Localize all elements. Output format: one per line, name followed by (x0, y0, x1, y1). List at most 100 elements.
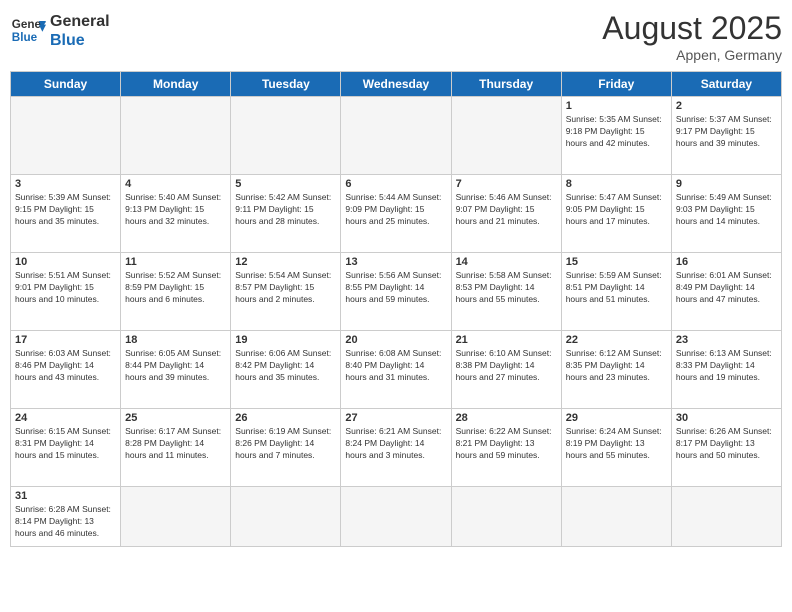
day-number: 21 (456, 334, 557, 346)
day-info: Sunrise: 5:54 AM Sunset: 8:57 PM Dayligh… (235, 270, 336, 306)
day-info: Sunrise: 5:59 AM Sunset: 8:51 PM Dayligh… (566, 270, 667, 306)
svg-text:Blue: Blue (12, 31, 38, 44)
day-info: Sunrise: 6:17 AM Sunset: 8:28 PM Dayligh… (125, 426, 226, 462)
calendar-cell: 17Sunrise: 6:03 AM Sunset: 8:46 PM Dayli… (11, 331, 121, 409)
calendar-cell: 7Sunrise: 5:46 AM Sunset: 9:07 PM Daylig… (451, 175, 561, 253)
calendar-cell: 9 Sunrise: 5:49 AM Sunset: 9:03 PM Daylig… (671, 175, 781, 253)
calendar-cell: 4 Sunrise: 5:40 AM Sunset: 9:13 PM Daylig… (121, 175, 231, 253)
col-tuesday: Tuesday (231, 72, 341, 97)
day-number: 27 (345, 412, 446, 424)
calendar-cell (561, 487, 671, 547)
calendar-cell: 6 Sunrise: 5:44 AM Sunset: 9:09 PM Daylig… (341, 175, 451, 253)
day-number: 31 (15, 490, 116, 502)
calendar-cell (341, 487, 451, 547)
day-info: Sunrise: 5:58 AM Sunset: 8:53 PM Dayligh… (456, 270, 557, 306)
calendar-cell: 8Sunrise: 5:47 AM Sunset: 9:05 PM Daylig… (561, 175, 671, 253)
calendar-cell: 3 Sunrise: 5:39 AM Sunset: 9:15 PM Daylig… (11, 175, 121, 253)
day-number: 20 (345, 334, 446, 346)
calendar-cell: 24 Sunrise: 6:15 AM Sunset: 8:31 PM Dayli… (11, 409, 121, 487)
day-number: 10 (15, 256, 116, 268)
page-header: General Blue General Blue August 2025 Ap… (10, 10, 782, 63)
day-info: Sunrise: 6:15 AM Sunset: 8:31 PM Dayligh… (15, 426, 116, 462)
day-number: 25 (125, 412, 226, 424)
col-thursday: Thursday (451, 72, 561, 97)
calendar-cell (671, 487, 781, 547)
calendar-cell: 15 Sunrise: 5:59 AM Sunset: 8:51 PM Dayli… (561, 253, 671, 331)
day-info: Sunrise: 6:24 AM Sunset: 8:19 PM Dayligh… (566, 426, 667, 462)
day-info: Sunrise: 6:19 AM Sunset: 8:26 PM Dayligh… (235, 426, 336, 462)
day-info: Sunrise: 5:39 AM Sunset: 9:15 PM Dayligh… (15, 192, 116, 228)
calendar-cell: 13Sunrise: 5:56 AM Sunset: 8:55 PM Dayli… (341, 253, 451, 331)
calendar-cell: 18Sunrise: 6:05 AM Sunset: 8:44 PM Dayli… (121, 331, 231, 409)
calendar-cell: 5 Sunrise: 5:42 AM Sunset: 9:11 PM Daylig… (231, 175, 341, 253)
day-info: Sunrise: 5:35 AM Sunset: 9:18 PM Dayligh… (566, 114, 667, 150)
col-friday: Friday (561, 72, 671, 97)
day-number: 24 (15, 412, 116, 424)
day-info: Sunrise: 6:12 AM Sunset: 8:35 PM Dayligh… (566, 348, 667, 384)
day-info: Sunrise: 5:49 AM Sunset: 9:03 PM Dayligh… (676, 192, 777, 228)
calendar-cell: 10 Sunrise: 5:51 AM Sunset: 9:01 PM Dayli… (11, 253, 121, 331)
day-number: 3 (15, 178, 116, 190)
day-info: Sunrise: 5:42 AM Sunset: 9:11 PM Dayligh… (235, 192, 336, 228)
calendar-cell: 14 Sunrise: 5:58 AM Sunset: 8:53 PM Dayli… (451, 253, 561, 331)
month-title: August 2025 (602, 10, 782, 47)
calendar-cell: 31 Sunrise: 6:28 AM Sunset: 8:14 PM Dayli… (11, 487, 121, 547)
calendar-cell (231, 97, 341, 175)
calendar-cell: 2 Sunrise: 5:37 AM Sunset: 9:17 PM Daylig… (671, 97, 781, 175)
calendar-cell: 21 Sunrise: 6:10 AM Sunset: 8:38 PM Dayli… (451, 331, 561, 409)
day-number: 29 (566, 412, 667, 424)
calendar-cell (121, 487, 231, 547)
col-saturday: Saturday (671, 72, 781, 97)
calendar: Sunday Monday Tuesday Wednesday Thursday… (10, 71, 782, 547)
calendar-cell (231, 487, 341, 547)
calendar-cell: 1 Sunrise: 5:35 AM Sunset: 9:18 PM Daylig… (561, 97, 671, 175)
calendar-cell (11, 97, 121, 175)
calendar-cell (121, 97, 231, 175)
day-number: 7 (456, 178, 557, 190)
day-number: 28 (456, 412, 557, 424)
day-number: 6 (345, 178, 446, 190)
day-info: Sunrise: 5:37 AM Sunset: 9:17 PM Dayligh… (676, 114, 777, 150)
calendar-cell: 11Sunrise: 5:52 AM Sunset: 8:59 PM Dayli… (121, 253, 231, 331)
day-info: Sunrise: 6:21 AM Sunset: 8:24 PM Dayligh… (345, 426, 446, 462)
day-info: Sunrise: 5:52 AM Sunset: 8:59 PM Dayligh… (125, 270, 226, 306)
day-info: Sunrise: 6:13 AM Sunset: 8:33 PM Dayligh… (676, 348, 777, 384)
calendar-cell: 22 Sunrise: 6:12 AM Sunset: 8:35 PM Dayli… (561, 331, 671, 409)
day-number: 22 (566, 334, 667, 346)
day-number: 26 (235, 412, 336, 424)
day-number: 23 (676, 334, 777, 346)
day-number: 17 (15, 334, 116, 346)
day-info: Sunrise: 6:10 AM Sunset: 8:38 PM Dayligh… (456, 348, 557, 384)
location: Appen, Germany (602, 47, 782, 63)
calendar-cell (451, 97, 561, 175)
day-info: Sunrise: 5:40 AM Sunset: 9:13 PM Dayligh… (125, 192, 226, 228)
day-number: 2 (676, 100, 777, 112)
day-info: Sunrise: 6:05 AM Sunset: 8:44 PM Dayligh… (125, 348, 226, 384)
calendar-cell: 20Sunrise: 6:08 AM Sunset: 8:40 PM Dayli… (341, 331, 451, 409)
calendar-cell: 23 Sunrise: 6:13 AM Sunset: 8:33 PM Dayli… (671, 331, 781, 409)
day-number: 1 (566, 100, 667, 112)
day-number: 4 (125, 178, 226, 190)
day-info: Sunrise: 5:51 AM Sunset: 9:01 PM Dayligh… (15, 270, 116, 306)
col-wednesday: Wednesday (341, 72, 451, 97)
day-number: 9 (676, 178, 777, 190)
calendar-cell: 27 Sunrise: 6:21 AM Sunset: 8:24 PM Dayli… (341, 409, 451, 487)
col-monday: Monday (121, 72, 231, 97)
calendar-cell: 29 Sunrise: 6:24 AM Sunset: 8:19 PM Dayli… (561, 409, 671, 487)
calendar-cell: 30 Sunrise: 6:26 AM Sunset: 8:17 PM Dayli… (671, 409, 781, 487)
calendar-cell: 26 Sunrise: 6:19 AM Sunset: 8:26 PM Dayli… (231, 409, 341, 487)
calendar-cell: 25 Sunrise: 6:17 AM Sunset: 8:28 PM Dayli… (121, 409, 231, 487)
day-info: Sunrise: 6:01 AM Sunset: 8:49 PM Dayligh… (676, 270, 777, 306)
logo-blue: Blue (50, 31, 110, 50)
logo-general: General (50, 12, 110, 31)
day-number: 5 (235, 178, 336, 190)
day-number: 12 (235, 256, 336, 268)
day-info: Sunrise: 6:26 AM Sunset: 8:17 PM Dayligh… (676, 426, 777, 462)
day-number: 14 (456, 256, 557, 268)
day-info: Sunrise: 5:44 AM Sunset: 9:09 PM Dayligh… (345, 192, 446, 228)
calendar-cell: 19Sunrise: 6:06 AM Sunset: 8:42 PM Dayli… (231, 331, 341, 409)
day-number: 30 (676, 412, 777, 424)
logo-icon: General Blue (10, 12, 46, 48)
day-info: Sunrise: 6:28 AM Sunset: 8:14 PM Dayligh… (15, 504, 116, 540)
day-number: 15 (566, 256, 667, 268)
